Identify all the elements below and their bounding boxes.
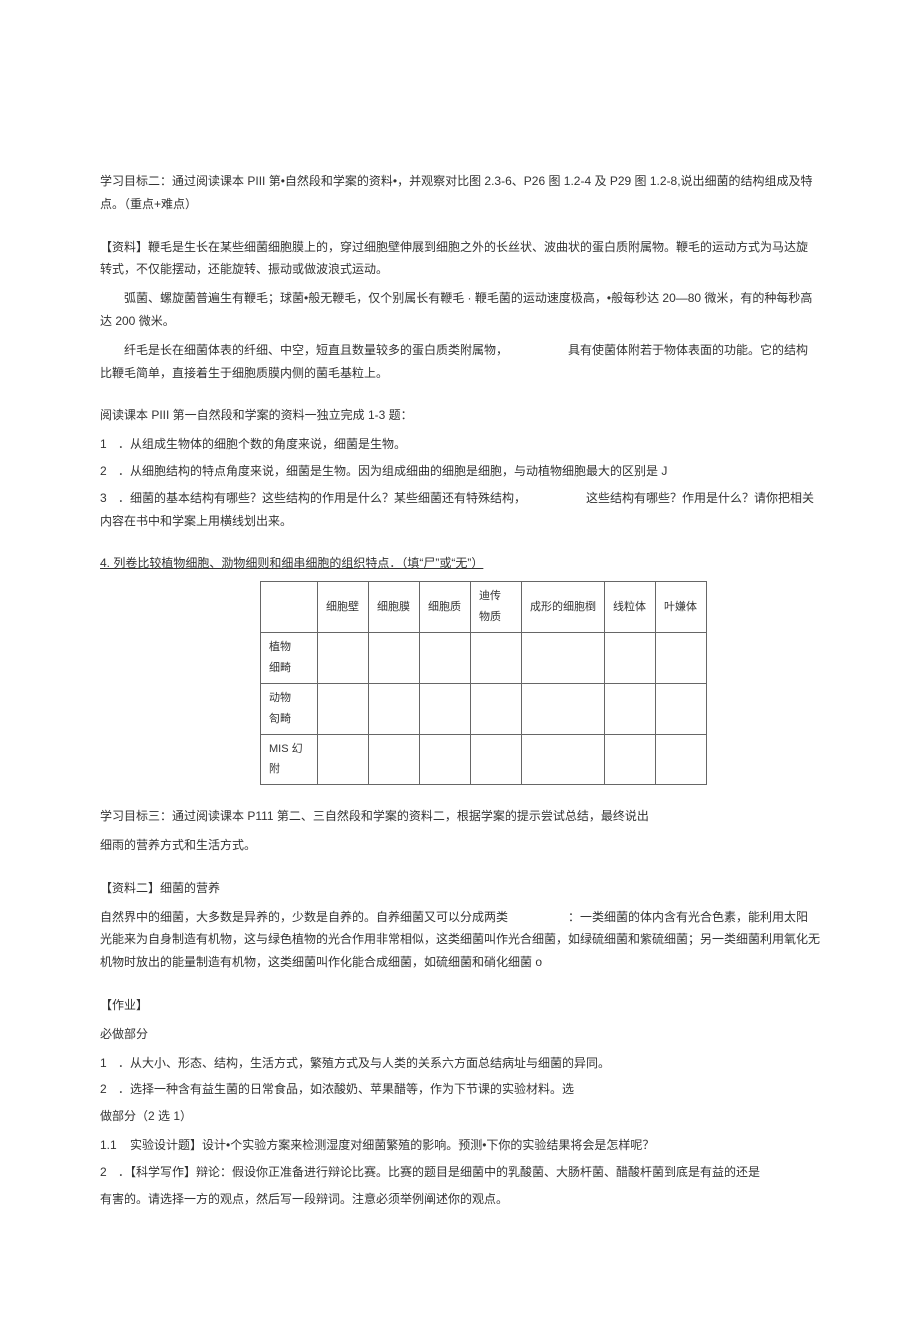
cell <box>656 734 707 785</box>
tasks-intro: 阅读课本 PIII 第一自然段和学案的资料一独立完成 1-3 题： <box>100 404 820 427</box>
th-cytoplasm: 细胞质 <box>420 582 471 633</box>
th-blank <box>261 582 318 633</box>
material-2-label: 【资料二】 <box>100 881 160 895</box>
goal-3-text: 通过阅读课本 P111 第二、三自然段和学案的资料二，根据学案的提示尝试总结，最… <box>172 809 649 823</box>
hw2-text: ．选择一种含有益生菌的日常食品，如浓酸奶、苹果醋等，作为下节课的实验材料。选 <box>118 1082 574 1096</box>
task-1: 1．从组成生物体的细胞个数的角度来说，细菌是生物。 <box>100 433 820 456</box>
material-1: 【资料】鞭毛是生长在某些细菌细胞膜上的，穿过细胞壁伸展到细胞之外的长丝状、波曲状… <box>100 236 820 385</box>
hw1-text: ．从大小、形态、结构，生活方式，繁殖方式及与人类的关系六方面总结病址与细菌的异同… <box>118 1056 610 1070</box>
homework-label: 【作业】 <box>100 994 820 1017</box>
cell <box>420 632 471 683</box>
homework-opt-2b: 有害的。请选择一方的观点，然后写一段辩词。注意必须举例阐述你的观点。 <box>100 1188 820 1211</box>
table-row: 植物 细畸 <box>261 632 707 683</box>
material-1-p1: 【资料】鞭毛是生长在某些细菌细胞膜上的，穿过细胞壁伸展到细胞之外的长丝状、波曲状… <box>100 236 820 282</box>
cell <box>318 632 369 683</box>
cell <box>656 632 707 683</box>
cell-compare-table: 细胞壁 细胞膜 细胞质 迪传 物质 成形的细胞椡 线粒体 叶嫌体 植物 细畸 动… <box>260 581 707 785</box>
cell <box>420 683 471 734</box>
learning-goal-2: 学习目标二：通过阅读课本 PIII 第•自然段和学案的资料•，并观察对比图 2.… <box>100 170 820 216</box>
opt2-num: 2 <box>100 1161 118 1184</box>
learning-goal-3: 学习目标三：通过阅读课本 P111 第二、三自然段和学案的资料二，根据学案的提示… <box>100 805 820 857</box>
material-1-label: 【资料】 <box>100 240 148 254</box>
material-2: 【资料二】细菌的营养 自然界中的细菌，大多数是异养的，少数是自养的。自养细菌又可… <box>100 877 820 974</box>
material-1-p3: 纤毛是长在细菌体表的纤细、中空，短直且数量较多的蛋白质类附属物，具有使菌体附若于… <box>100 339 820 385</box>
th-genetic: 迪传 物质 <box>471 582 522 633</box>
homework-2: 2．选择一种含有益生菌的日常食品，如浓酸奶、苹果醋等，作为下节课的实验材料。选 <box>100 1078 820 1101</box>
hw2-num: 2 <box>100 1078 118 1101</box>
th-chloro: 叶嫌体 <box>656 582 707 633</box>
th-membrane: 细胞膜 <box>369 582 420 633</box>
task-3-num: 3 <box>100 487 118 510</box>
task-2-text: ．从细胞结构的特点角度来说，细菌是生物。因为组成细曲的细胞是细胞，与动植物细胞最… <box>118 464 667 478</box>
cell <box>522 632 605 683</box>
goal-2-text: 学习目标二：通过阅读课本 PIII 第•自然段和学案的资料•，并观察对比图 2.… <box>100 170 820 216</box>
goal-3-prefix: 学习目标三： <box>100 809 172 823</box>
homework-must: 必做部分 <box>100 1023 820 1046</box>
task-1-text: ．从组成生物体的细胞个数的角度来说，细菌是生物。 <box>118 437 406 451</box>
table-header-row: 细胞壁 细胞膜 细胞质 迪传 物质 成形的细胞椡 线粒体 叶嫌体 <box>261 582 707 633</box>
th-mito: 线粒体 <box>605 582 656 633</box>
goal-2-prefix: 学习目标二： <box>100 174 172 188</box>
table-row: MIS 幻 附 <box>261 734 707 785</box>
opt1-text: 实验设计题】设计•个实验方案来检测湿度对细菌繁殖的影响。预测•下你的实验结果将会… <box>130 1138 654 1152</box>
question-4: 4. 列卷比较植物细胞、泐物细则和细串细胞的组织特点．（填“尸”或“无”） 细胞… <box>100 552 820 785</box>
task-1-num: 1 <box>100 433 118 456</box>
homework-optional: 做部分（2 选 1） <box>100 1105 820 1128</box>
th-nucleus: 成形的细胞椡 <box>522 582 605 633</box>
reading-tasks: 阅读课本 PIII 第一自然段和学案的资料一独立完成 1-3 题： 1．从组成生… <box>100 404 820 532</box>
material-1-p3a: 纤毛是长在细菌体表的纤细、中空，短直且数量较多的蛋白质类附属物， <box>100 339 508 362</box>
cell <box>471 734 522 785</box>
opt2a-text: ．【科学写作】辩论：假设你正准备进行辩论比赛。比赛的题目是细菌中的乳酸菌、大肠杆… <box>118 1165 760 1179</box>
goal-2-body: 通过阅读课本 PIII 第•自然段和学案的资料•，并观察对比图 2.3-6、P2… <box>100 174 813 211</box>
cell <box>522 683 605 734</box>
task-3a-text: ．细菌的基本结构有哪些？这些结构的作用是什么？某些细菌还有特殊结构， <box>118 491 526 505</box>
cell <box>318 683 369 734</box>
material-2-header: 【资料二】细菌的营养 <box>100 877 820 900</box>
q4-text: 4. 列卷比较植物细胞、泐物细则和细串细胞的组织特点．（填“尸”或“无”） <box>100 556 483 570</box>
homework: 【作业】 必做部分 1．从大小、形态、结构，生活方式，繁殖方式及与人类的关系六方… <box>100 994 820 1210</box>
cell <box>605 632 656 683</box>
th-cellwall: 细胞壁 <box>318 582 369 633</box>
material-2-body: 自然界中的细菌，大多数是异养的，少数是自养的。自养细菌又可以分成两类：一类细菌的… <box>100 906 820 974</box>
opt1-num: 1.1 <box>100 1134 130 1157</box>
task-2-num: 2 <box>100 460 118 483</box>
material-1-p1-text: 鞭毛是生长在某些细菌细胞膜上的，穿过细胞壁伸展到细胞之外的长丝状、波曲状的蛋白质… <box>100 240 808 277</box>
task-3: 3．细菌的基本结构有哪些？这些结构的作用是什么？某些细菌还有特殊结构，这些结构有… <box>100 487 820 533</box>
goal-3-line1: 学习目标三：通过阅读课本 P111 第二、三自然段和学案的资料二，根据学案的提示… <box>100 805 820 828</box>
cell <box>369 734 420 785</box>
cell <box>656 683 707 734</box>
cell <box>369 683 420 734</box>
cell <box>605 734 656 785</box>
homework-opt-1: 1.1实验设计题】设计•个实验方案来检测湿度对细菌繁殖的影响。预测•下你的实验结… <box>100 1134 820 1157</box>
task-2: 2．从细胞结构的特点角度来说，细菌是生物。因为组成细曲的细胞是细胞，与动植物细胞… <box>100 460 820 483</box>
row-plant-label: 植物 细畸 <box>261 632 318 683</box>
cell <box>471 632 522 683</box>
row-bacteria-label: MIS 幻 附 <box>261 734 318 785</box>
cell <box>522 734 605 785</box>
q4-title: 4. 列卷比较植物细胞、泐物细则和细串细胞的组织特点．（填“尸”或“无”） <box>100 552 820 575</box>
material-2-p1a: 自然界中的细菌，大多数是异养的，少数是自养的。自养细菌又可以分成两类 <box>100 910 508 924</box>
hw1-num: 1 <box>100 1052 118 1075</box>
goal-3-line2: 细雨的营养方式和生活方式。 <box>100 834 820 857</box>
homework-1: 1．从大小、形态、结构，生活方式，繁殖方式及与人类的关系六方面总结病址与细菌的异… <box>100 1052 820 1075</box>
homework-opt-2: 2．【科学写作】辩论：假设你正准备进行辩论比赛。比赛的题目是细菌中的乳酸菌、大肠… <box>100 1161 820 1184</box>
cell <box>471 683 522 734</box>
cell <box>605 683 656 734</box>
row-animal-label: 动物 匌畸 <box>261 683 318 734</box>
cell <box>420 734 471 785</box>
cell <box>318 734 369 785</box>
material-1-p2: 弧菌、螺旋菌普遍生有鞭毛；球菌•般无鞭毛，仅个别属长有鞭毛 · 鞭毛菌的运动速度… <box>100 287 820 333</box>
table-row: 动物 匌畸 <box>261 683 707 734</box>
cell <box>369 632 420 683</box>
material-2-title: 细菌的营养 <box>160 881 220 895</box>
